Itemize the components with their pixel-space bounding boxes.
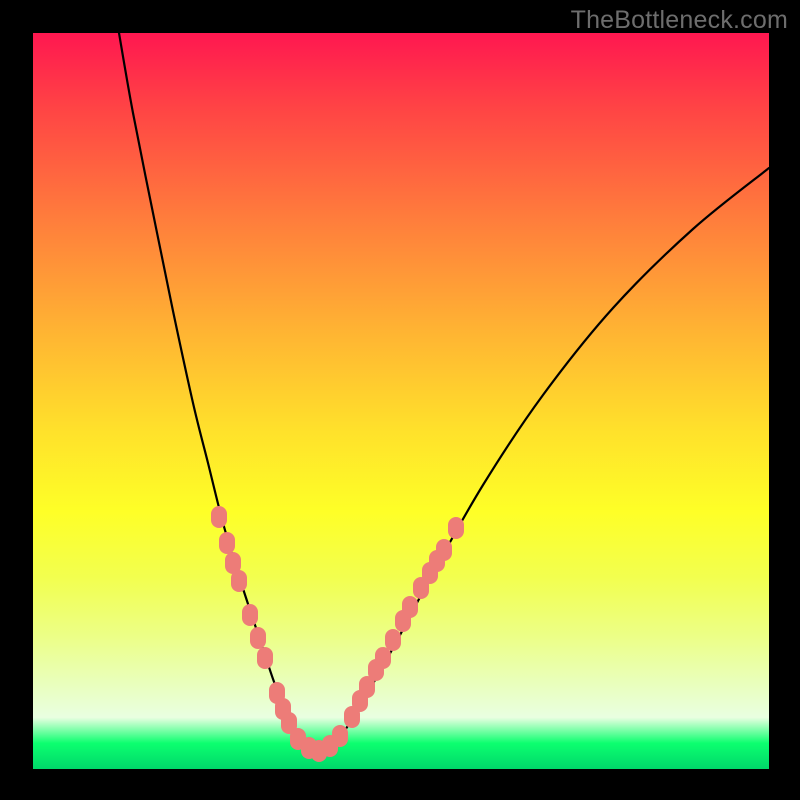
marker-dot <box>332 725 348 747</box>
marker-dot <box>250 627 266 649</box>
marker-dot <box>448 517 464 539</box>
marker-dot <box>211 506 227 528</box>
marker-dot <box>385 629 401 651</box>
watermark-text: TheBottleneck.com <box>571 6 788 35</box>
marker-dot <box>436 539 452 561</box>
marker-group <box>211 506 464 762</box>
marker-dot <box>219 532 235 554</box>
marker-dot <box>231 570 247 592</box>
bottleneck-curve <box>119 33 769 751</box>
marker-dot <box>402 596 418 618</box>
chart-area <box>33 33 769 769</box>
marker-dot <box>257 647 273 669</box>
marker-dot <box>375 647 391 669</box>
chart-svg <box>33 33 769 769</box>
marker-dot <box>242 604 258 626</box>
